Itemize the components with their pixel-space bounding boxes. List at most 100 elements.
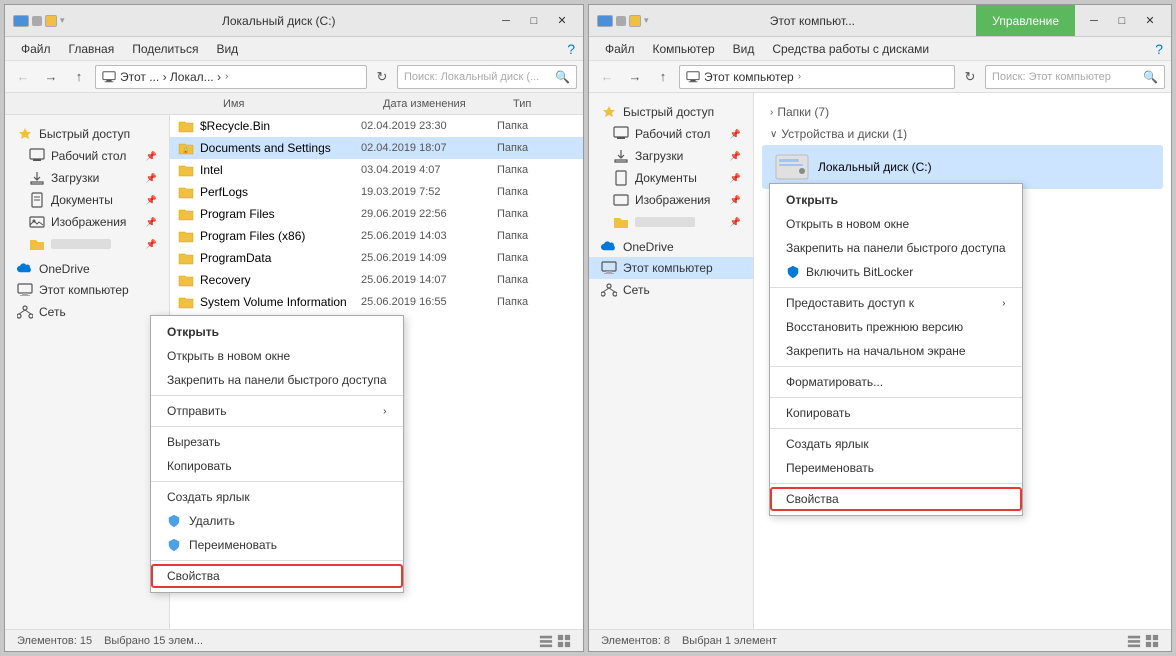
sidebar-item-desktop-2[interactable]: Рабочий стол 📌 — [589, 123, 753, 145]
refresh-button-1[interactable]: ↻ — [371, 66, 393, 88]
refresh-button-2[interactable]: ↻ — [959, 66, 981, 88]
folders-section-header[interactable]: › Папки (7) — [762, 101, 1163, 123]
cm-open-new-2[interactable]: Открыть в новом окне — [770, 212, 1022, 236]
network-label-1: Сеть — [39, 305, 66, 319]
cm-send-1[interactable]: Отправить › — [151, 399, 403, 423]
cm-open-2[interactable]: Открыть — [770, 188, 1022, 212]
cm-sep1-2 — [770, 287, 1022, 288]
col-date-header-1[interactable]: Дата изменения — [375, 93, 505, 114]
file-item-program-files-x86[interactable]: Program Files (x86) 25.06.2019 14:03 Пап… — [170, 225, 583, 247]
sidebar-item-network-2[interactable]: Сеть — [589, 279, 753, 301]
sidebar-item-onedrive-2[interactable]: OneDrive — [589, 237, 753, 257]
sidebar-item-pictures-1[interactable]: Изображения 📌 — [5, 211, 169, 233]
cm-copy-1[interactable]: Копировать — [151, 454, 403, 478]
menu-home-1[interactable]: Главная — [61, 39, 123, 59]
cm-open-1[interactable]: Открыть — [151, 320, 403, 344]
col-name-header-1[interactable]: Имя — [215, 93, 375, 114]
help-icon-2[interactable]: ? — [1155, 41, 1163, 57]
sidebar-item-downloads-2[interactable]: Загрузки 📌 — [589, 145, 753, 167]
menu-file-2[interactable]: Файл — [597, 39, 643, 59]
cm-copy-2[interactable]: Копировать — [770, 401, 1022, 425]
sidebar-item-onedrive-1[interactable]: OneDrive — [5, 259, 169, 279]
sidebar-item-thispc-1[interactable]: Этот компьютер — [5, 279, 169, 301]
cm-format-2[interactable]: Форматировать... — [770, 370, 1022, 394]
menu-disk-tools-2[interactable]: Средства работы с дисками — [764, 39, 937, 59]
file-item-svi[interactable]: System Volume Information 25.06.2019 16:… — [170, 291, 583, 313]
forward-button-2[interactable]: → — [623, 65, 647, 89]
cm-pin-2[interactable]: Закрепить на панели быстрого доступа — [770, 236, 1022, 260]
file-item-intel[interactable]: Intel 03.04.2019 4:07 Папка — [170, 159, 583, 181]
menu-file-1[interactable]: Файл — [13, 39, 59, 59]
address-text-1: Этот ... › Локал... › — [120, 70, 221, 84]
cm-bitlocker-2[interactable]: Включить BitLocker — [770, 260, 1022, 284]
sidebar-item-documents-1[interactable]: Документы 📌 — [5, 189, 169, 211]
help-icon-1[interactable]: ? — [567, 41, 575, 57]
cm-properties-1[interactable]: Свойства — [151, 564, 403, 588]
menu-computer-2[interactable]: Компьютер — [645, 39, 723, 59]
onedrive-label-2: OneDrive — [623, 240, 674, 254]
cm-rename-1[interactable]: Переименовать — [151, 533, 403, 557]
pin-icon-user-2: 📌 — [730, 217, 741, 228]
up-button-2[interactable]: ↑ — [651, 65, 675, 89]
back-button-1[interactable]: ← — [11, 65, 35, 89]
folder-icon-recycle — [178, 118, 194, 134]
address-bar-2[interactable]: Этот компьютер › — [679, 65, 955, 89]
close-button-2[interactable]: ✕ — [1137, 11, 1163, 31]
network-icon-2 — [601, 282, 617, 298]
window-icon-arrow-2 — [616, 16, 626, 26]
cm-open-new-1[interactable]: Открыть в новом окне — [151, 344, 403, 368]
maximize-button-1[interactable]: □ — [521, 11, 547, 31]
sidebar-item-quick-access-2[interactable]: Быстрый доступ — [589, 101, 753, 123]
cm-properties-2[interactable]: Свойства — [770, 487, 1022, 511]
list-view-icon-1[interactable] — [539, 634, 553, 648]
cm-pin-1[interactable]: Закрепить на панели быстрого доступа — [151, 368, 403, 392]
sidebar-item-user-folder-2[interactable]: 📌 — [589, 211, 753, 233]
cm-shortcut-1[interactable]: Создать ярлык — [151, 485, 403, 509]
file-item-docs-settings[interactable]: 🔒 Documents and Settings 02.04.2019 18:0… — [170, 137, 583, 159]
cm-restore-2[interactable]: Восстановить прежнюю версию — [770, 315, 1022, 339]
sidebar-item-user-folder-1[interactable]: 📌 — [5, 233, 169, 255]
sidebar-item-documents-2[interactable]: Документы 📌 — [589, 167, 753, 189]
forward-button-1[interactable]: → — [39, 65, 63, 89]
network-icon-1 — [17, 304, 33, 320]
col-type-header-1[interactable]: Тип — [505, 93, 565, 114]
sidebar-item-downloads-1[interactable]: Загрузки 📌 — [5, 167, 169, 189]
folder-icon-perflogs — [178, 184, 194, 200]
minimize-button-2[interactable]: ─ — [1081, 11, 1107, 31]
sidebar-item-quick-access-1[interactable]: Быстрый доступ — [5, 123, 169, 145]
cm-pin-start-2[interactable]: Закрепить на начальном экране — [770, 339, 1022, 363]
menu-share-1[interactable]: Поделиться — [124, 39, 206, 59]
sidebar-item-thispc-2[interactable]: Этот компьютер — [589, 257, 753, 279]
menu-view-2[interactable]: Вид — [725, 39, 763, 59]
sidebar-item-network-1[interactable]: Сеть — [5, 301, 169, 323]
maximize-button-2[interactable]: □ — [1109, 11, 1135, 31]
file-item-programdata[interactable]: ProgramData 25.06.2019 14:09 Папка — [170, 247, 583, 269]
menu-view-1[interactable]: Вид — [208, 39, 246, 59]
cm-share-2[interactable]: Предоставить доступ к › — [770, 291, 1022, 315]
file-item-program-files[interactable]: Program Files 29.06.2019 22:56 Папка — [170, 203, 583, 225]
file-item-perflogs[interactable]: PerfLogs 19.03.2019 7:52 Папка — [170, 181, 583, 203]
grid-view-icon-2[interactable] — [1145, 634, 1159, 648]
file-item-recovery[interactable]: Recovery 25.06.2019 14:07 Папка — [170, 269, 583, 291]
up-button-1[interactable]: ↑ — [67, 65, 91, 89]
list-view-icon-2[interactable] — [1127, 634, 1141, 648]
close-button-1[interactable]: ✕ — [549, 11, 575, 31]
sidebar-item-pictures-2[interactable]: Изображения 📌 — [589, 189, 753, 211]
grid-view-icon-1[interactable] — [557, 634, 571, 648]
search-bar-2[interactable]: Поиск: Этот компьютер 🔍 — [985, 65, 1165, 89]
address-bar-1[interactable]: Этот ... › Локал... › › — [95, 65, 367, 89]
sidebar-item-desktop-1[interactable]: Рабочий стол 📌 — [5, 145, 169, 167]
minimize-button-1[interactable]: ─ — [493, 11, 519, 31]
drive-name-c: Локальный диск (С:) — [818, 160, 1151, 174]
back-button-2[interactable]: ← — [595, 65, 619, 89]
cm-cut-1[interactable]: Вырезать — [151, 430, 403, 454]
cm-sep5-2 — [770, 483, 1022, 484]
cm-delete-1[interactable]: Удалить — [151, 509, 403, 533]
pictures-label-2: Изображения — [635, 193, 710, 207]
devices-section-header[interactable]: ∨ Устройства и диски (1) — [762, 123, 1163, 145]
cm-shortcut-2[interactable]: Создать ярлык — [770, 432, 1022, 456]
cm-rename-2[interactable]: Переименовать — [770, 456, 1022, 480]
search-bar-1[interactable]: Поиск: Локальный диск (... 🔍 — [397, 65, 577, 89]
management-tab[interactable]: Управление — [976, 5, 1075, 36]
file-item-recycle[interactable]: $Recycle.Bin 02.04.2019 23:30 Папка — [170, 115, 583, 137]
